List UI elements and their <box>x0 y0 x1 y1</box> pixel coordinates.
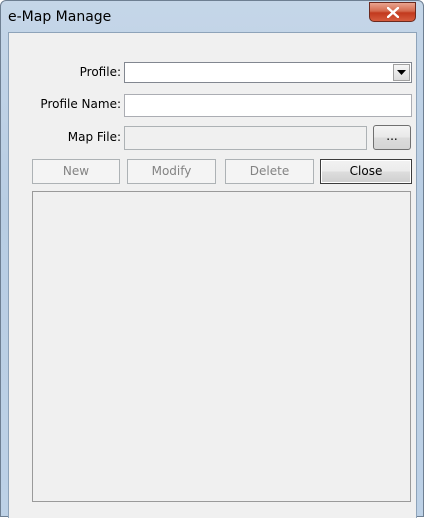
profile-select[interactable] <box>124 62 412 83</box>
new-button[interactable]: New <box>32 159 120 184</box>
modify-button[interactable]: Modify <box>127 159 216 184</box>
profile-name-label: Profile Name: <box>40 97 121 111</box>
chevron-down-icon <box>397 70 406 75</box>
profile-name-input[interactable] <box>124 94 412 117</box>
delete-button[interactable]: Delete <box>225 159 314 184</box>
close-icon <box>387 7 399 18</box>
window-title: e-Map Manage <box>8 9 112 25</box>
profile-label: Profile: <box>79 65 121 79</box>
map-file-label: Map File: <box>67 130 121 144</box>
profile-dropdown-button[interactable] <box>393 64 410 81</box>
emap-manage-window: e-Map Manage Profile: Profile Name: Map … <box>0 0 424 518</box>
window-close-button[interactable] <box>369 2 416 22</box>
dialog-body: Profile: Profile Name: Map File: ... New… <box>8 32 417 518</box>
browse-map-file-button[interactable]: ... <box>373 125 411 150</box>
profile-list-panel[interactable] <box>32 191 411 502</box>
map-file-input[interactable] <box>124 126 367 150</box>
close-button[interactable]: Close <box>320 159 412 184</box>
title-bar[interactable]: e-Map Manage <box>1 1 423 33</box>
